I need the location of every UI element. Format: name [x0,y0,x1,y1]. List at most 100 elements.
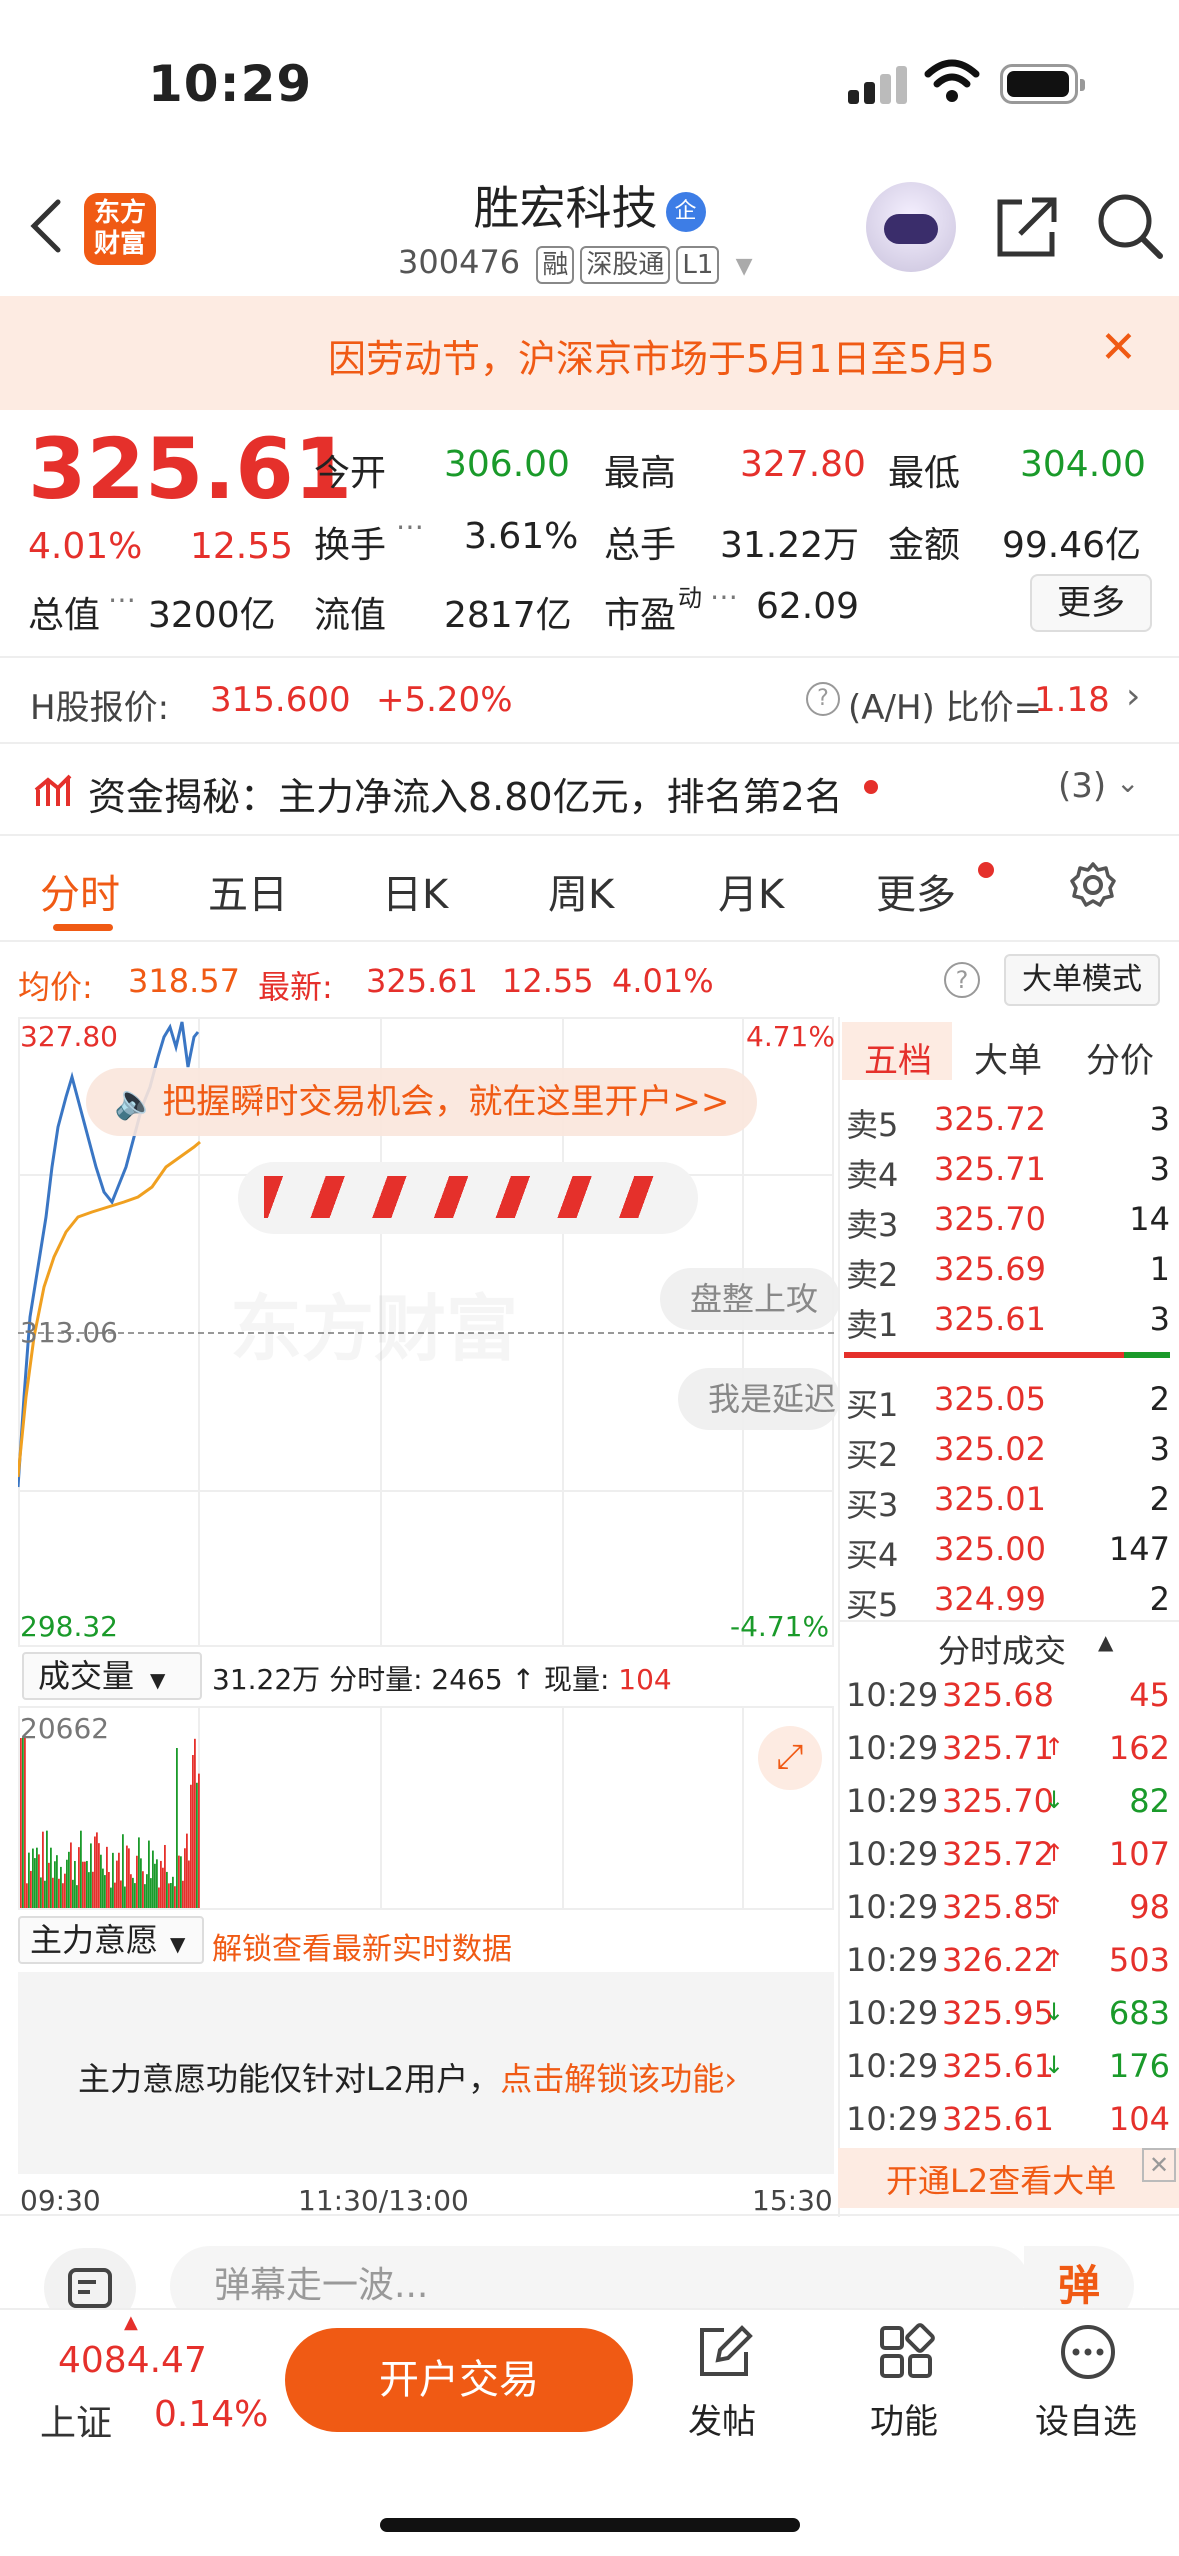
trade-direction: ↑ [1044,1839,1065,1867]
trade-price: 325.71 [942,1729,1054,1767]
capital-chart-icon [34,774,72,806]
l2-banner-text[interactable]: 开通L2查看大单 [886,2156,1116,2202]
volume-selector[interactable]: 成交量 ▼ [22,1652,202,1700]
more-circle-icon[interactable] [1058,2322,1118,2382]
volume-bar [62,1883,64,1908]
tab-daily-k[interactable]: 日K [382,862,448,920]
volume-bar [172,1876,174,1908]
tab-big-orders[interactable]: 大单 [974,1033,1042,1082]
ask-price[interactable]: 325.72 [934,1100,1046,1138]
bid-price[interactable]: 325.02 [934,1430,1046,1468]
trades-title[interactable]: 分时成交 [938,1626,1066,1672]
trade-price: 325.61 [942,2047,1054,2085]
expand-icon[interactable]: ⤢ [758,1726,822,1790]
info-icon[interactable]: ⋯ [710,580,738,613]
volume-bar [184,1848,186,1908]
bid-price[interactable]: 325.01 [934,1480,1046,1518]
main-force-selector[interactable]: 主力意愿 ▼ [18,1916,204,1964]
tab-weekly-k[interactable]: 周K [548,862,614,920]
trade-direction: ↓ [1044,2051,1065,2079]
ask-label: 卖2 [846,1256,899,1294]
info-icon[interactable]: ⋯ [108,583,136,616]
open-account-trade-button[interactable]: 开户交易 [285,2328,633,2432]
share-icon[interactable] [992,192,1062,262]
ask-price[interactable]: 325.61 [934,1300,1046,1338]
trade-volume: 176 [1108,2047,1170,2085]
add-watchlist-label[interactable]: 设自选 [1026,2394,1146,2443]
volume-bar [114,1882,116,1908]
trade-volume: 107 [1108,1835,1170,1873]
info-icon[interactable]: ⋯ [396,510,424,543]
post-label[interactable]: 发帖 [662,2394,782,2443]
volume-bar [100,1854,102,1908]
unlock-link[interactable]: 解锁查看最新实时数据 [212,1924,512,1968]
ask-price[interactable]: 325.71 [934,1150,1046,1188]
float-value: 2817亿 [444,595,572,636]
holiday-notice[interactable]: 因劳动节，沪深京市场于5月1日至5月5 ✕ [0,296,1179,410]
volume-bar [34,1858,36,1908]
bid-price[interactable]: 324.99 [934,1580,1046,1618]
turnover-label: 换手 [314,525,387,566]
bid-volume: 147 [1108,1530,1170,1568]
chart-pct-bottom: -4.71% [730,1610,830,1643]
tab-intraday[interactable]: 分时 [40,862,120,920]
close-icon[interactable]: ✕ [1100,322,1137,373]
search-icon[interactable] [1094,190,1166,262]
volume-bar [54,1861,56,1908]
volume-bar [24,1738,26,1908]
tab-more[interactable]: 更多 [876,862,956,920]
open-account-promo[interactable]: 🔈 把握瞬时交易机会，就在这里开户>> [86,1068,758,1136]
tab-level5[interactable]: 五档 [864,1033,932,1082]
chevron-down-icon[interactable]: ⌄ [1116,766,1139,799]
big-order-mode-button[interactable]: 大单模式 [1004,954,1160,1006]
index-pct[interactable]: 0.14% [154,2394,268,2435]
bid-label: 买3 [846,1486,899,1524]
trade-price: 325.85 [942,1888,1054,1926]
help-icon[interactable]: ? [806,682,840,716]
trade-volume: 98 [1129,1888,1170,1926]
trade-time: 10:29 [846,1994,939,2032]
caret-up-icon: ▲ [124,2312,138,2333]
unlock-feature-link[interactable]: 点击解锁该功能 [500,2060,724,2098]
ask-price[interactable]: 325.70 [934,1200,1046,1238]
dropdown-icon: ▼ [150,1668,166,1692]
gear-icon[interactable] [1068,860,1118,910]
volume-bar [176,1748,178,1908]
low-value: 304.00 [1020,444,1146,485]
volume-bar [86,1860,88,1908]
capital-summary[interactable]: 资金揭秘：主力净流入8.80亿元，排名第2名 [88,766,843,821]
caret-up-icon[interactable]: ▲ [1098,1630,1113,1654]
trade-price: 326.22 [942,1941,1054,1979]
volume-bar [170,1883,172,1908]
volume-bar [56,1855,58,1908]
volume-bar [136,1855,138,1908]
tab-monthly-k[interactable]: 月K [718,862,784,920]
volume-bar [112,1852,114,1908]
latest-change: 12.55 [502,962,594,1000]
bid-price[interactable]: 325.00 [934,1530,1046,1568]
volume-bar [90,1843,92,1908]
tab-price-dist[interactable]: 分价 [1086,1033,1154,1082]
volume-bar [40,1877,42,1908]
volume-bar [154,1863,156,1908]
volume-bar [42,1831,44,1908]
apps-icon[interactable] [876,2322,936,2382]
chevron-right-icon[interactable]: › [1126,676,1140,717]
close-icon[interactable]: ✕ [1142,2148,1176,2182]
function-label[interactable]: 功能 [844,2394,964,2443]
volume-bar [92,1871,94,1908]
bid-price[interactable]: 325.05 [934,1380,1046,1418]
capital-count[interactable]: (3) [1058,766,1106,806]
assistant-avatar[interactable] [866,182,956,272]
volume-bar [80,1830,82,1908]
compose-icon[interactable] [694,2322,754,2382]
tab-five-day[interactable]: 五日 [208,862,288,920]
tag-level: L1 [676,246,720,284]
ask-price[interactable]: 325.69 [934,1250,1046,1288]
more-button[interactable]: 更多 [1030,574,1152,632]
help-icon[interactable]: ? [944,962,980,998]
index-value[interactable]: 4084.47 [58,2340,207,2381]
index-name[interactable]: 上证 [40,2394,112,2446]
bid-volume: 2 [1149,1380,1170,1418]
volume-bar [162,1867,164,1908]
